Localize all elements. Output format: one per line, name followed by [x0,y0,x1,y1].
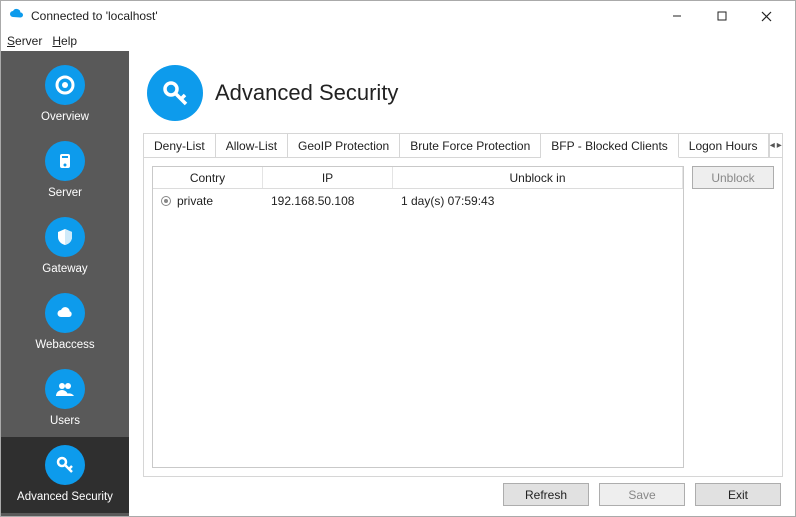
overview-icon [45,65,85,105]
sidebar-item-webaccess[interactable]: Webaccess [1,285,129,361]
sidebar-item-label: Users [50,415,80,427]
tab-deny-list[interactable]: Deny-List [144,134,216,158]
app-icon [7,7,25,25]
minimize-button[interactable] [654,2,699,30]
titlebar: Connected to 'localhost' [1,1,795,31]
column-header-ip[interactable]: IP [263,167,393,188]
window-controls [654,2,789,30]
menu-server[interactable]: Server [7,34,42,48]
tab-allow-list[interactable]: Allow-List [216,134,288,158]
body: Overview Server Gateway Webaccess [1,51,795,516]
tab-scroll-buttons[interactable]: ◂ ▸ [769,134,783,158]
tab-panel: Contry IP Unblock in private 192.168.50.… [144,158,782,476]
sidebar-item-users[interactable]: Users [1,361,129,437]
table-row[interactable]: private 192.168.50.108 1 day(s) 07:59:43 [153,189,683,213]
table-body: private 192.168.50.108 1 day(s) 07:59:43 [153,189,683,467]
tab-brute-force[interactable]: Brute Force Protection [400,134,541,158]
app-window: Connected to 'localhost' Server Help Ove… [0,0,796,517]
tab-geoip[interactable]: GeoIP Protection [288,134,400,158]
server-icon [45,141,85,181]
key-icon [147,65,203,121]
cloud-icon [45,293,85,333]
key-icon [45,445,85,485]
close-button[interactable] [744,2,789,30]
exit-button[interactable]: Exit [695,483,781,506]
page-title: Advanced Security [215,80,398,106]
sidebar-item-label: Advanced Security [17,491,113,503]
sidebar: Overview Server Gateway Webaccess [1,51,129,516]
tab-control: Deny-List Allow-List GeoIP Protection Br… [143,133,783,477]
column-header-country[interactable]: Contry [153,167,263,188]
maximize-button[interactable] [699,2,744,30]
menu-help[interactable]: Help [52,34,77,48]
menubar: Server Help [1,31,795,51]
unblock-button[interactable]: Unblock [692,166,774,189]
tab-bfp-blocked-clients[interactable]: BFP - Blocked Clients [541,134,679,158]
column-header-unblock-in[interactable]: Unblock in [393,167,683,188]
cell-country-text: private [177,194,213,208]
page-header: Advanced Security [147,65,783,121]
sidebar-item-advanced-security[interactable]: Advanced Security [1,437,129,513]
cell-country: private [153,194,263,208]
refresh-button[interactable]: Refresh [503,483,589,506]
table-header: Contry IP Unblock in [153,167,683,189]
table-actions: Unblock [692,166,774,468]
chevron-right-icon: ▸ [777,140,782,151]
save-button[interactable]: Save [599,483,685,506]
globe-icon [161,196,171,206]
sidebar-item-label: Overview [41,111,89,123]
sidebar-item-overview[interactable]: Overview [1,57,129,133]
sidebar-item-server[interactable]: Server [1,133,129,209]
users-icon [45,369,85,409]
sidebar-item-label: Gateway [42,263,87,275]
chevron-left-icon: ◂ [770,140,775,151]
footer: Refresh Save Exit [143,477,783,508]
cell-unblock-in: 1 day(s) 07:59:43 [393,194,683,208]
tab-logon-hours[interactable]: Logon Hours [679,134,769,158]
shield-icon [45,217,85,257]
cell-ip: 192.168.50.108 [263,194,393,208]
window-title: Connected to 'localhost' [31,9,654,23]
sidebar-item-gateway[interactable]: Gateway [1,209,129,285]
blocked-clients-table: Contry IP Unblock in private 192.168.50.… [152,166,684,468]
sidebar-item-label: Server [48,187,82,199]
sidebar-item-label: Webaccess [35,339,94,351]
main: Advanced Security Deny-List Allow-List G… [129,51,795,516]
tab-strip: Deny-List Allow-List GeoIP Protection Br… [144,134,782,158]
